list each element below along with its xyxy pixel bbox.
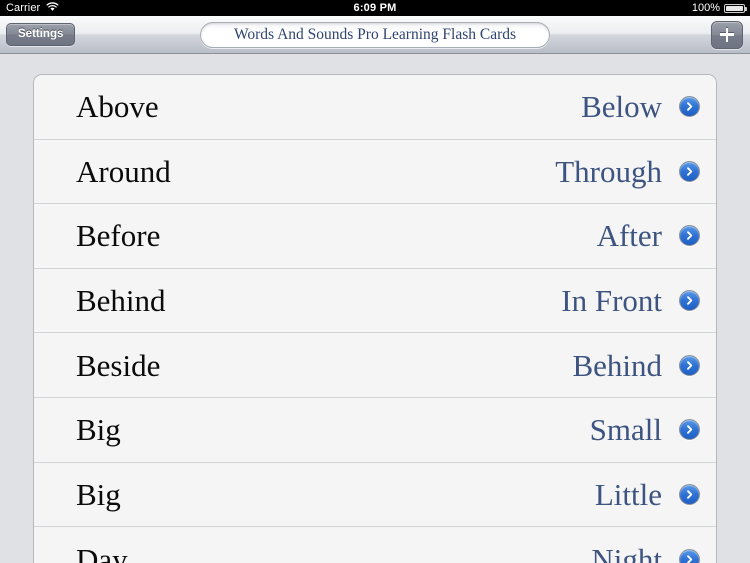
chevron-right-circle-icon xyxy=(678,483,700,505)
table-row-2[interactable]: Before After xyxy=(34,204,716,269)
row-word-left: Behind xyxy=(76,283,166,319)
row-word-right: Below xyxy=(581,89,662,125)
battery-full-icon xyxy=(724,3,747,13)
chevron-right-icon xyxy=(686,296,692,305)
row-disclosure[interactable] xyxy=(662,160,716,182)
row-word-left: Around xyxy=(76,153,171,189)
table-row-7[interactable]: Day Night xyxy=(34,527,716,563)
chevron-right-icon xyxy=(686,102,692,112)
chevron-right-icon xyxy=(686,360,692,370)
row-disclosure[interactable] xyxy=(662,290,716,312)
chevron-right-icon xyxy=(686,425,692,435)
row-disclosure[interactable] xyxy=(662,548,716,563)
table-row-4[interactable]: Beside Behind xyxy=(34,333,716,398)
status-bar-right: 100% xyxy=(691,0,747,16)
chevron-right-circle-icon xyxy=(678,96,700,118)
chevron-right-circle-icon xyxy=(678,548,700,563)
battery-percent-label: 100% xyxy=(691,2,720,14)
table-row-6[interactable]: Big Little xyxy=(34,462,716,528)
row-word-right: Night xyxy=(591,541,662,563)
row-word-right: Behind xyxy=(572,347,662,383)
chevron-right-circle-icon xyxy=(678,225,700,247)
content-area: Above Below Around Through Before After xyxy=(0,54,750,563)
table-row-0[interactable]: Above Below xyxy=(34,75,716,140)
status-bar-time: 6:09 PM xyxy=(353,2,397,14)
toolbar: Settings Words And Sounds Pro Learning F… xyxy=(0,16,750,54)
row-word-left: Beside xyxy=(76,347,161,383)
plus-icon xyxy=(720,27,734,42)
table-row-5[interactable]: Big Small xyxy=(34,397,716,463)
chevron-right-icon xyxy=(686,231,692,241)
chevron-right-circle-icon xyxy=(678,160,700,182)
row-word-right: In Front xyxy=(561,283,662,319)
row-word-right: After xyxy=(596,218,662,254)
row-word-right: Through xyxy=(555,153,662,189)
row-word-right: Small xyxy=(589,412,662,448)
status-bar: Carrier 6:09 PM 100% xyxy=(0,0,750,16)
add-button[interactable] xyxy=(711,20,743,49)
word-pair-table: Above Below Around Through Before After xyxy=(33,74,717,563)
settings-button[interactable]: Settings xyxy=(6,23,76,46)
battery-fill xyxy=(726,5,743,11)
row-disclosure[interactable] xyxy=(662,96,716,118)
title-field[interactable]: Words And Sounds Pro Learning Flash Card… xyxy=(200,21,550,48)
chevron-right-icon xyxy=(686,167,692,176)
row-word-left: Big xyxy=(76,476,121,512)
chevron-right-icon xyxy=(686,555,692,563)
row-disclosure[interactable] xyxy=(662,419,716,441)
table-row-1[interactable]: Around Through xyxy=(34,139,716,205)
row-word-left: Above xyxy=(76,89,159,125)
table-row-3[interactable]: Behind In Front xyxy=(34,268,716,334)
chevron-right-icon xyxy=(686,490,692,499)
row-disclosure[interactable] xyxy=(662,354,716,376)
row-word-right: Little xyxy=(594,476,662,512)
row-disclosure[interactable] xyxy=(662,225,716,247)
row-word-left: Before xyxy=(76,218,161,254)
page-title: Words And Sounds Pro Learning Flash Card… xyxy=(233,25,517,43)
row-word-left: Day xyxy=(76,541,128,563)
row-disclosure[interactable] xyxy=(662,483,716,505)
row-word-left: Big xyxy=(76,412,121,448)
chevron-right-circle-icon xyxy=(678,290,700,312)
chevron-right-circle-icon xyxy=(678,419,700,441)
chevron-right-circle-icon xyxy=(678,354,700,376)
